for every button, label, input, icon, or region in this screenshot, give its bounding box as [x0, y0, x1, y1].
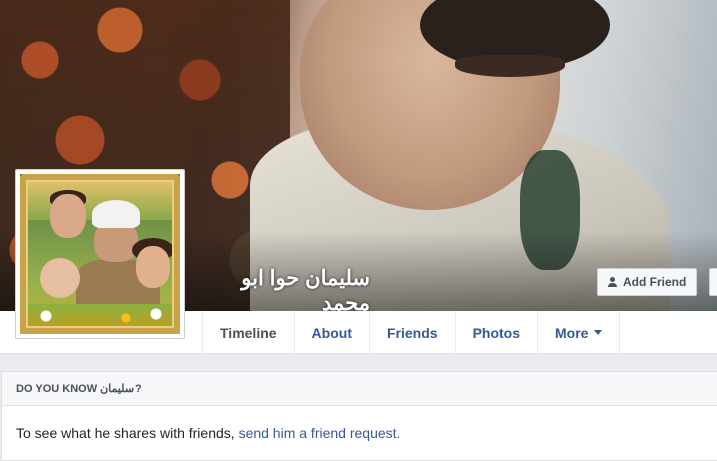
- add-friend-icon: [608, 276, 618, 288]
- send-friend-request-link[interactable]: send him a friend request.: [239, 425, 401, 441]
- profile-tabs: Timeline About Friends Photos More: [202, 311, 621, 354]
- tab-photos[interactable]: Photos: [456, 311, 539, 354]
- tab-timeline-label: Timeline: [220, 324, 277, 341]
- tab-about[interactable]: About: [295, 311, 370, 354]
- profile-picture[interactable]: [15, 169, 185, 339]
- cover-mustache: [455, 55, 565, 77]
- add-friend-button[interactable]: Add Friend: [597, 268, 698, 296]
- do-you-know-card: DO YOU KNOW سليمان ? To see what he shar…: [1, 371, 717, 461]
- do-you-know-body: To see what he shares with friends, send…: [2, 406, 717, 460]
- profile-name[interactable]: سليمان حوا ابو محمد: [200, 266, 370, 316]
- tab-about-label: About: [311, 324, 352, 341]
- tab-timeline[interactable]: Timeline: [202, 311, 295, 354]
- do-you-know-name: سليمان: [100, 383, 135, 395]
- tab-friends-label: Friends: [386, 324, 438, 341]
- avatar-frame-decoration: [20, 174, 180, 334]
- profile-picture-image: [20, 174, 180, 334]
- tab-more-label: More: [555, 324, 589, 341]
- add-friend-label: Add Friend: [623, 275, 687, 289]
- more-actions-button[interactable]: [709, 268, 717, 296]
- do-you-know-header: DO YOU KNOW سليمان ?: [2, 372, 717, 406]
- profile-page: سليمان حوا ابو محمد Add Friend Timeline …: [0, 0, 717, 461]
- friend-request-text: To see what he shares with friends,: [16, 425, 239, 441]
- tab-more[interactable]: More: [538, 311, 621, 354]
- do-you-know-prefix: DO YOU KNOW: [16, 382, 98, 395]
- caret-down-icon: [594, 330, 603, 335]
- tab-photos-label: Photos: [472, 324, 521, 341]
- do-you-know-suffix: ?: [135, 382, 142, 395]
- tab-friends[interactable]: Friends: [370, 311, 456, 354]
